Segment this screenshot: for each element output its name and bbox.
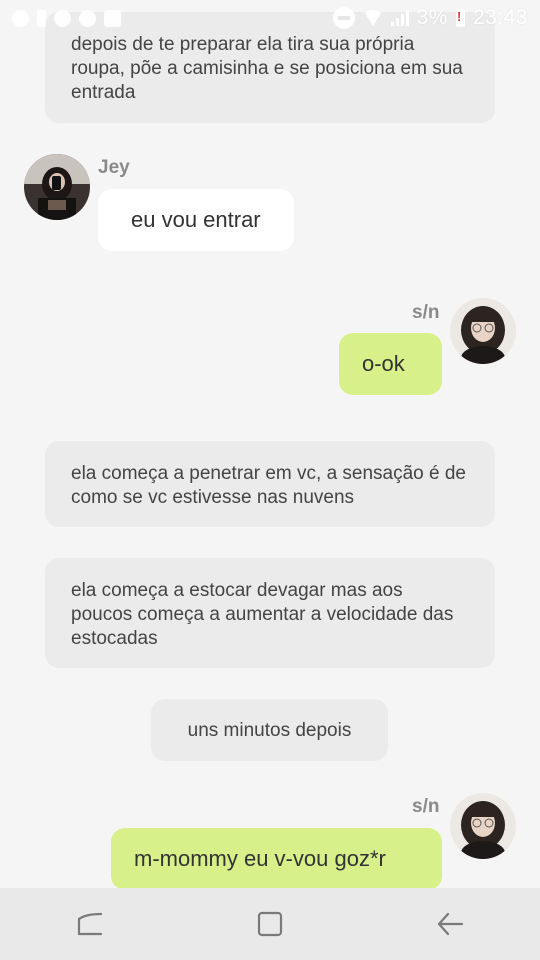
sender-name: s/n <box>412 796 440 817</box>
messenger-icon <box>79 9 96 27</box>
status-notifications <box>12 9 121 27</box>
home-button[interactable] <box>240 899 300 949</box>
incoming-message-bubble[interactable]: eu vou entrar <box>98 189 294 251</box>
avatar-sn[interactable] <box>450 793 516 859</box>
recent-apps-button[interactable] <box>60 899 120 949</box>
narration-bubble: ela começa a penetrar em vc, a sensação … <box>45 441 495 527</box>
wifi-icon <box>362 10 383 26</box>
back-button[interactable] <box>420 899 480 949</box>
gallery-icon <box>104 9 121 27</box>
message-text: eu vou entrar <box>131 207 261 232</box>
alert-icon <box>37 9 46 27</box>
narration-text: ela começa a estocar devagar mas aos pou… <box>71 580 454 649</box>
recent-apps-icon <box>77 912 103 936</box>
signal-icon <box>390 10 409 26</box>
message-text: m-mommy eu v-vou goz*r <box>134 846 386 871</box>
narration-bubble: ela começa a estocar devagar mas aos pou… <box>45 558 495 668</box>
outgoing-message-bubble[interactable]: o-ok <box>339 333 442 395</box>
navigation-bar <box>0 888 540 960</box>
back-icon <box>437 912 464 936</box>
sender-name: Jey <box>98 157 130 178</box>
status-system: 3% 23:43 <box>332 6 528 30</box>
narration-text: depois de te preparar ela tira sua própr… <box>71 34 463 103</box>
avatar-sn[interactable] <box>450 298 516 364</box>
clock: 23:43 <box>472 6 528 29</box>
message-text: o-ok <box>362 351 405 376</box>
avatar-jey[interactable] <box>24 154 90 220</box>
settings-icon <box>54 9 71 27</box>
battery-percent: 3% <box>416 6 448 29</box>
narration-text: ela começa a penetrar em vc, a sensação … <box>71 463 467 508</box>
outgoing-message-bubble[interactable]: m-mommy eu v-vou goz*r <box>111 828 442 890</box>
home-icon <box>257 911 283 937</box>
sender-name: s/n <box>412 302 440 323</box>
whatsapp-icon <box>12 9 29 27</box>
do-not-disturb-icon <box>332 7 355 29</box>
time-skip-bubble: uns minutos depois <box>151 699 388 761</box>
battery-icon <box>455 8 465 27</box>
status-bar: 3% 23:43 <box>0 0 540 36</box>
narration-text: uns minutos depois <box>187 720 352 741</box>
